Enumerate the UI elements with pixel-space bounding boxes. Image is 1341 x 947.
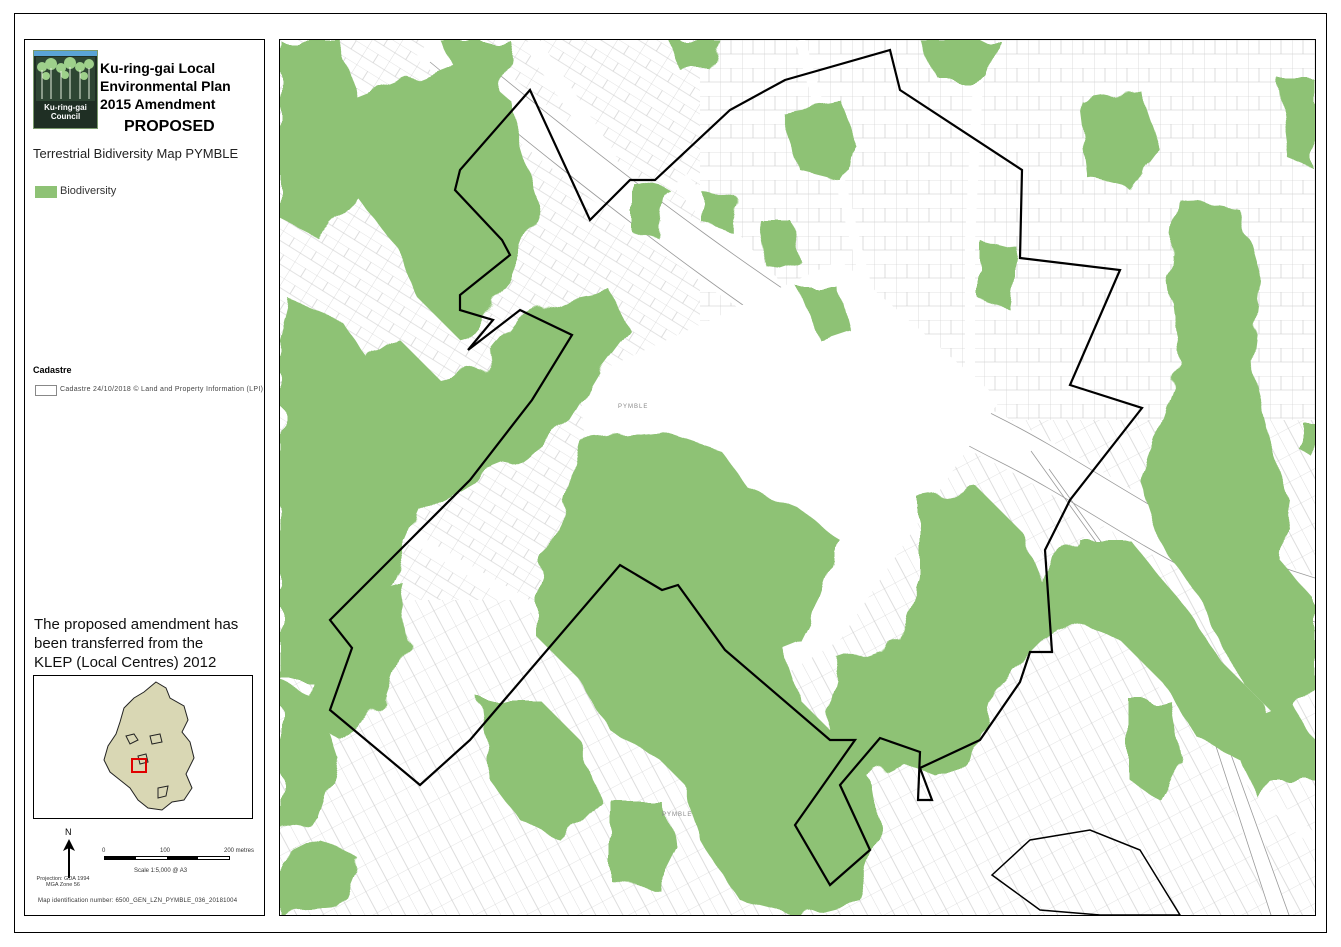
scale-tick-100: 100 — [160, 848, 171, 854]
plan-title-line-2: Environmental Plan — [100, 78, 231, 94]
logo-sky-band — [34, 51, 97, 56]
council-area-shape — [103, 681, 195, 811]
council-logo: Ku-ring-gai Council — [33, 50, 98, 129]
tree-icon — [36, 57, 95, 101]
note-line-3: KLEP (Local Centres) 2012 — [34, 654, 217, 671]
map-name: Terrestrial Bidiversity Map PYMBLE — [33, 146, 239, 161]
legend-swatch-cadastre — [35, 385, 57, 396]
plan-status: PROPOSED — [124, 118, 215, 135]
locality-inset-map — [33, 675, 253, 819]
north-label: N — [65, 827, 72, 837]
map-identification: Map identification number: 6500_GEN_LZN_… — [38, 898, 238, 904]
scale-segment — [105, 857, 136, 859]
scale-bar — [104, 856, 230, 860]
projection-line-2: MGA Zone 56 — [46, 882, 80, 888]
scale-segment — [167, 857, 198, 859]
map-view[interactable]: PYMBLE PYMBLE — [279, 39, 1316, 916]
scale-tick-200: 200 metres — [224, 848, 255, 854]
legend-heading-cadastre: Cadastre — [33, 365, 72, 375]
note-line-2: been transferred from the — [34, 635, 204, 652]
legend-label-biodiversity: Biodiversity — [60, 185, 117, 197]
logo-text-council: Council — [50, 112, 81, 121]
legend-swatch-biodiversity — [35, 186, 57, 198]
scale-ratio: Scale 1:5,000 @ A3 — [134, 868, 188, 874]
scale-tick-0: 0 — [102, 848, 106, 854]
locality-label-pymble-south: PYMBLE — [662, 812, 692, 818]
logo-text-name: Ku-ring-gai — [44, 103, 87, 112]
map-canvas[interactable]: PYMBLE PYMBLE — [280, 40, 1315, 915]
note-line-1: The proposed amendment has — [34, 616, 239, 633]
plan-title-line-1: Ku-ring-gai Local — [100, 60, 216, 76]
legend-label-cadastre: Cadastre 24/10/2018 © Land and Property … — [60, 386, 264, 393]
plan-title-line-3: 2015 Amendment — [100, 96, 216, 112]
locality-label-pymble: PYMBLE — [618, 404, 648, 410]
